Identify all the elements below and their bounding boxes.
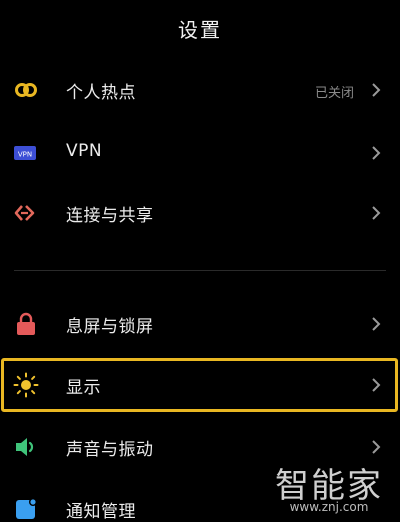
vpn-icon: VPN xyxy=(14,146,36,160)
settings-item-lockscreen[interactable]: 息屏与锁屏 xyxy=(0,296,400,352)
header: 设置 xyxy=(0,0,400,56)
notification-icon xyxy=(16,498,37,519)
settings-item-label: 个人热点 xyxy=(66,83,136,103)
chevron-right-icon xyxy=(372,440,381,454)
settings-item-hotspot[interactable]: 个人热点 已关闭 xyxy=(0,62,400,118)
connection-share-icon xyxy=(14,205,35,221)
watermark-url: www.znj.com xyxy=(289,500,369,514)
settings-item-label: 声音与振动 xyxy=(66,440,154,460)
settings-item-label: VPN xyxy=(66,141,103,161)
chevron-right-icon xyxy=(372,206,381,220)
svg-text:VPN: VPN xyxy=(18,151,32,159)
hotspot-status: 已关闭 xyxy=(314,86,354,101)
settings-item-label: 通知管理 xyxy=(66,502,136,522)
settings-item-label: 息屏与锁屏 xyxy=(66,317,154,337)
speaker-icon xyxy=(16,438,34,456)
chevron-right-icon xyxy=(372,83,381,97)
hotspot-icon xyxy=(15,83,37,97)
settings-item-vpn[interactable]: VPN VPN xyxy=(0,125,400,181)
page-title: 设置 xyxy=(178,18,222,42)
settings-item-label: 连接与共享 xyxy=(66,206,154,226)
chevron-right-icon xyxy=(372,146,381,160)
chevron-right-icon xyxy=(372,317,381,331)
lock-icon xyxy=(17,312,35,335)
highlight-box xyxy=(1,358,398,412)
settings-item-connect-share[interactable]: 连接与共享 xyxy=(0,185,400,241)
section-divider xyxy=(14,270,386,271)
watermark: 智能家 www.znj.com xyxy=(270,458,388,518)
